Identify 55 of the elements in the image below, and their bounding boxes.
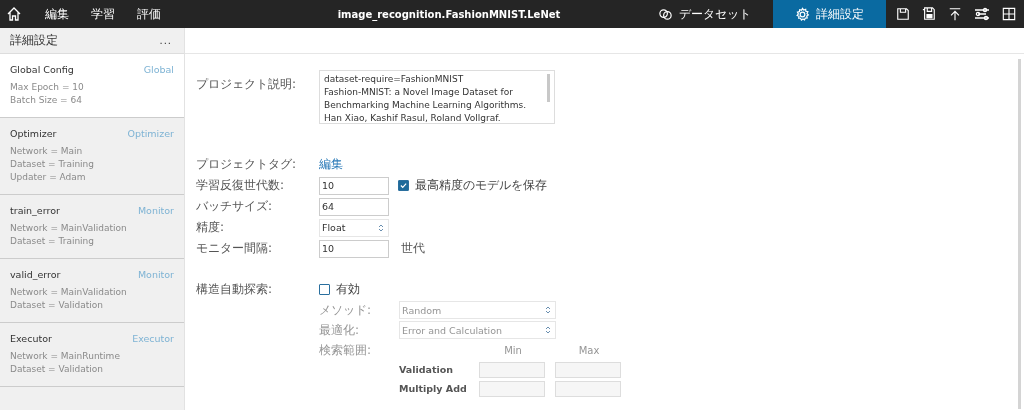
- save-icon[interactable]: [896, 7, 910, 21]
- sidebar-item[interactable]: Global Config Global Max Epoch = 10 Batch Size = 64: [0, 54, 184, 118]
- scrollbar[interactable]: [547, 74, 550, 102]
- column-header: Max: [577, 344, 601, 356]
- range-field[interactable]: [555, 380, 621, 397]
- sidebar-item[interactable]: Optimizer Optimizer Network = Main Dataset = Training Updater = Adam: [0, 118, 184, 195]
- spinner-icon: [378, 222, 384, 233]
- field-label: 検索範囲:: [319, 341, 373, 359]
- toolbar-tab[interactable]: 詳細設定: [773, 0, 886, 28]
- field-label: 精度:: [196, 219, 226, 236]
- edit-link[interactable]: 編集: [319, 156, 343, 173]
- spinner-icon: [545, 305, 551, 315]
- unit-label: 世代: [401, 240, 425, 257]
- project-title: image_recognition.FashionMNIST.LeNet: [336, 8, 562, 20]
- checkbox-label: 有効: [336, 281, 360, 298]
- field-label: 学習反復世代数:: [196, 177, 286, 194]
- field-label: 構造自動探索:: [196, 281, 274, 298]
- layout-icon[interactable]: [1002, 7, 1016, 21]
- range-field[interactable]: [555, 361, 621, 378]
- sidebar-item[interactable]: train_error Monitor Network = MainValidation Dataset = Training: [0, 195, 184, 259]
- epochs-field[interactable]: 10: [319, 176, 389, 195]
- field-label: バッチサイズ:: [196, 198, 274, 215]
- field-label: 最適化:: [319, 321, 361, 339]
- field-label: プロジェクトタグ:: [196, 156, 298, 173]
- settings-icon: [795, 6, 810, 22]
- more-button[interactable]: ...: [159, 35, 172, 46]
- range-field[interactable]: [479, 380, 545, 397]
- link-icon: [658, 6, 673, 22]
- checkbox[interactable]: [398, 180, 409, 191]
- sidebar-title: 詳細設定: [10, 32, 58, 49]
- menu-item[interactable]: 編集: [34, 5, 80, 23]
- row-label: Multiply Add: [399, 383, 468, 394]
- scrollbar[interactable]: [1018, 59, 1021, 409]
- sidebar-item[interactable]: Executor Executor Network = MainRuntime Dataset = Validation: [0, 323, 184, 387]
- upload-icon[interactable]: [948, 7, 962, 21]
- menu-item[interactable]: 学習: [80, 5, 126, 23]
- sliders-icon[interactable]: [974, 6, 990, 22]
- sidebar-item[interactable]: valid_error Monitor Network = MainValidation Dataset = Validation: [0, 259, 184, 323]
- checkbox-label: 最高精度のモデルを保存: [415, 177, 547, 194]
- field-label: メソッド:: [319, 301, 373, 319]
- range-field[interactable]: [479, 361, 545, 378]
- menu-item[interactable]: 評価: [126, 5, 172, 23]
- field-label: プロジェクト説明:: [196, 76, 298, 93]
- toolbar-tab[interactable]: データセット: [636, 0, 773, 28]
- home-icon[interactable]: [6, 6, 22, 22]
- field-label: モニター間隔:: [196, 240, 274, 257]
- precision-dropdown[interactable]: Float: [319, 218, 389, 237]
- monitor-interval-field[interactable]: 10: [319, 239, 389, 258]
- row-label: Validation: [399, 364, 455, 375]
- description-field[interactable]: dataset-require=FashionMNIST Fashion-MNIST: a Novel Image Dataset for Benchmarking Machine Learning Algorithms. Han Xiao, Kashif Rasul, Roland Vollgraf.: [319, 70, 555, 124]
- save-as-icon[interactable]: [922, 7, 936, 21]
- checkbox[interactable]: [319, 284, 330, 295]
- column-header: Min: [503, 344, 523, 356]
- spinner-icon: [545, 325, 551, 335]
- batch-size-field[interactable]: 64: [319, 197, 389, 216]
